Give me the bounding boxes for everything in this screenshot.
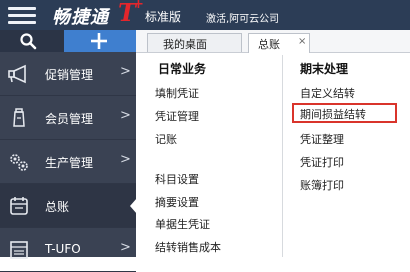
sidebar-item-label: 促销管理 [45, 68, 94, 82]
sidebar-item-production[interactable]: 生产管理 > [0, 140, 136, 184]
tab-general-ledger[interactable]: 总账 × [248, 33, 310, 53]
close-icon[interactable]: × [298, 36, 306, 47]
tab-bar: 我的桌面 总账 × [136, 30, 410, 53]
chevron-right-icon: > [120, 240, 131, 255]
menu-link[interactable]: 单据生凭证 [155, 216, 210, 232]
menu-link[interactable]: 填制凭证 [155, 85, 199, 101]
sidebar-item-label: 会员管理 [45, 112, 94, 126]
menu-link[interactable]: 凭证打印 [300, 154, 344, 170]
sidebar-toolbar [0, 30, 136, 52]
hamburger-icon[interactable] [4, 4, 40, 26]
brand-logo-plus: + [133, 0, 144, 12]
chevron-right-icon: > [120, 64, 131, 79]
chevron-right-icon: > [120, 152, 131, 167]
activation-link[interactable]: 激活,阿可云公司 [206, 10, 279, 25]
ledger-menu-panel: 日常业务 填制凭证 凭证管理 记账 科目设置 摘要设置 单据生凭证 结转销售成本… [136, 53, 410, 257]
tab-label: 总账 [258, 38, 280, 51]
bottle-icon [13, 108, 25, 127]
menu-link[interactable]: 自定义结转 [300, 85, 355, 101]
menu-link[interactable]: 结转销售成本 [155, 239, 221, 255]
menu-link[interactable]: 摘要设置 [155, 194, 199, 210]
megaphone-icon [8, 64, 26, 84]
sidebar-item-label: T-UFO [45, 242, 81, 256]
tab-label: 我的桌面 [163, 38, 207, 51]
menu-link[interactable]: 账簿打印 [300, 177, 344, 193]
column-divider [282, 55, 283, 257]
brand-name: 畅捷通 [52, 7, 109, 28]
menu-link[interactable]: 凭证管理 [155, 108, 199, 124]
menu-link[interactable]: 凭证整理 [300, 131, 344, 147]
report-icon [10, 241, 28, 259]
chevron-right-icon: > [120, 108, 131, 123]
ledger-icon [10, 197, 28, 215]
sidebar-item-t-ufo[interactable]: T-UFO > [0, 228, 136, 272]
top-bar: 畅捷通 T + 标准版 激活,阿可云公司 [0, 0, 410, 30]
sidebar-search-button[interactable] [0, 30, 56, 52]
tab-my-desktop[interactable]: 我的桌面 [147, 33, 242, 52]
gears-icon [10, 154, 28, 171]
sidebar-item-general-ledger[interactable]: 总账 [0, 184, 137, 228]
search-icon [20, 33, 37, 50]
plus-icon [91, 33, 107, 49]
menu-link-period-profit-loss[interactable]: 期间损益结转 [300, 106, 366, 122]
daily-business-heading: 日常业务 [158, 62, 207, 76]
sidebar-item-label: 生产管理 [45, 156, 94, 170]
sidebar-item-membership[interactable]: 会员管理 > [0, 96, 136, 140]
menu-link[interactable]: 记账 [155, 131, 177, 147]
edition-label: 标准版 [145, 10, 182, 24]
sidebar-item-promotion[interactable]: 促销管理 > [0, 52, 136, 96]
sidebar: 促销管理 > 会员管理 > 生产管理 > 总账 T-UFO > [0, 30, 137, 272]
period-end-heading: 期末处理 [300, 62, 349, 76]
sidebar-add-button[interactable] [64, 30, 136, 52]
sidebar-item-label: 总账 [45, 200, 70, 214]
menu-link[interactable]: 科目设置 [155, 171, 199, 187]
